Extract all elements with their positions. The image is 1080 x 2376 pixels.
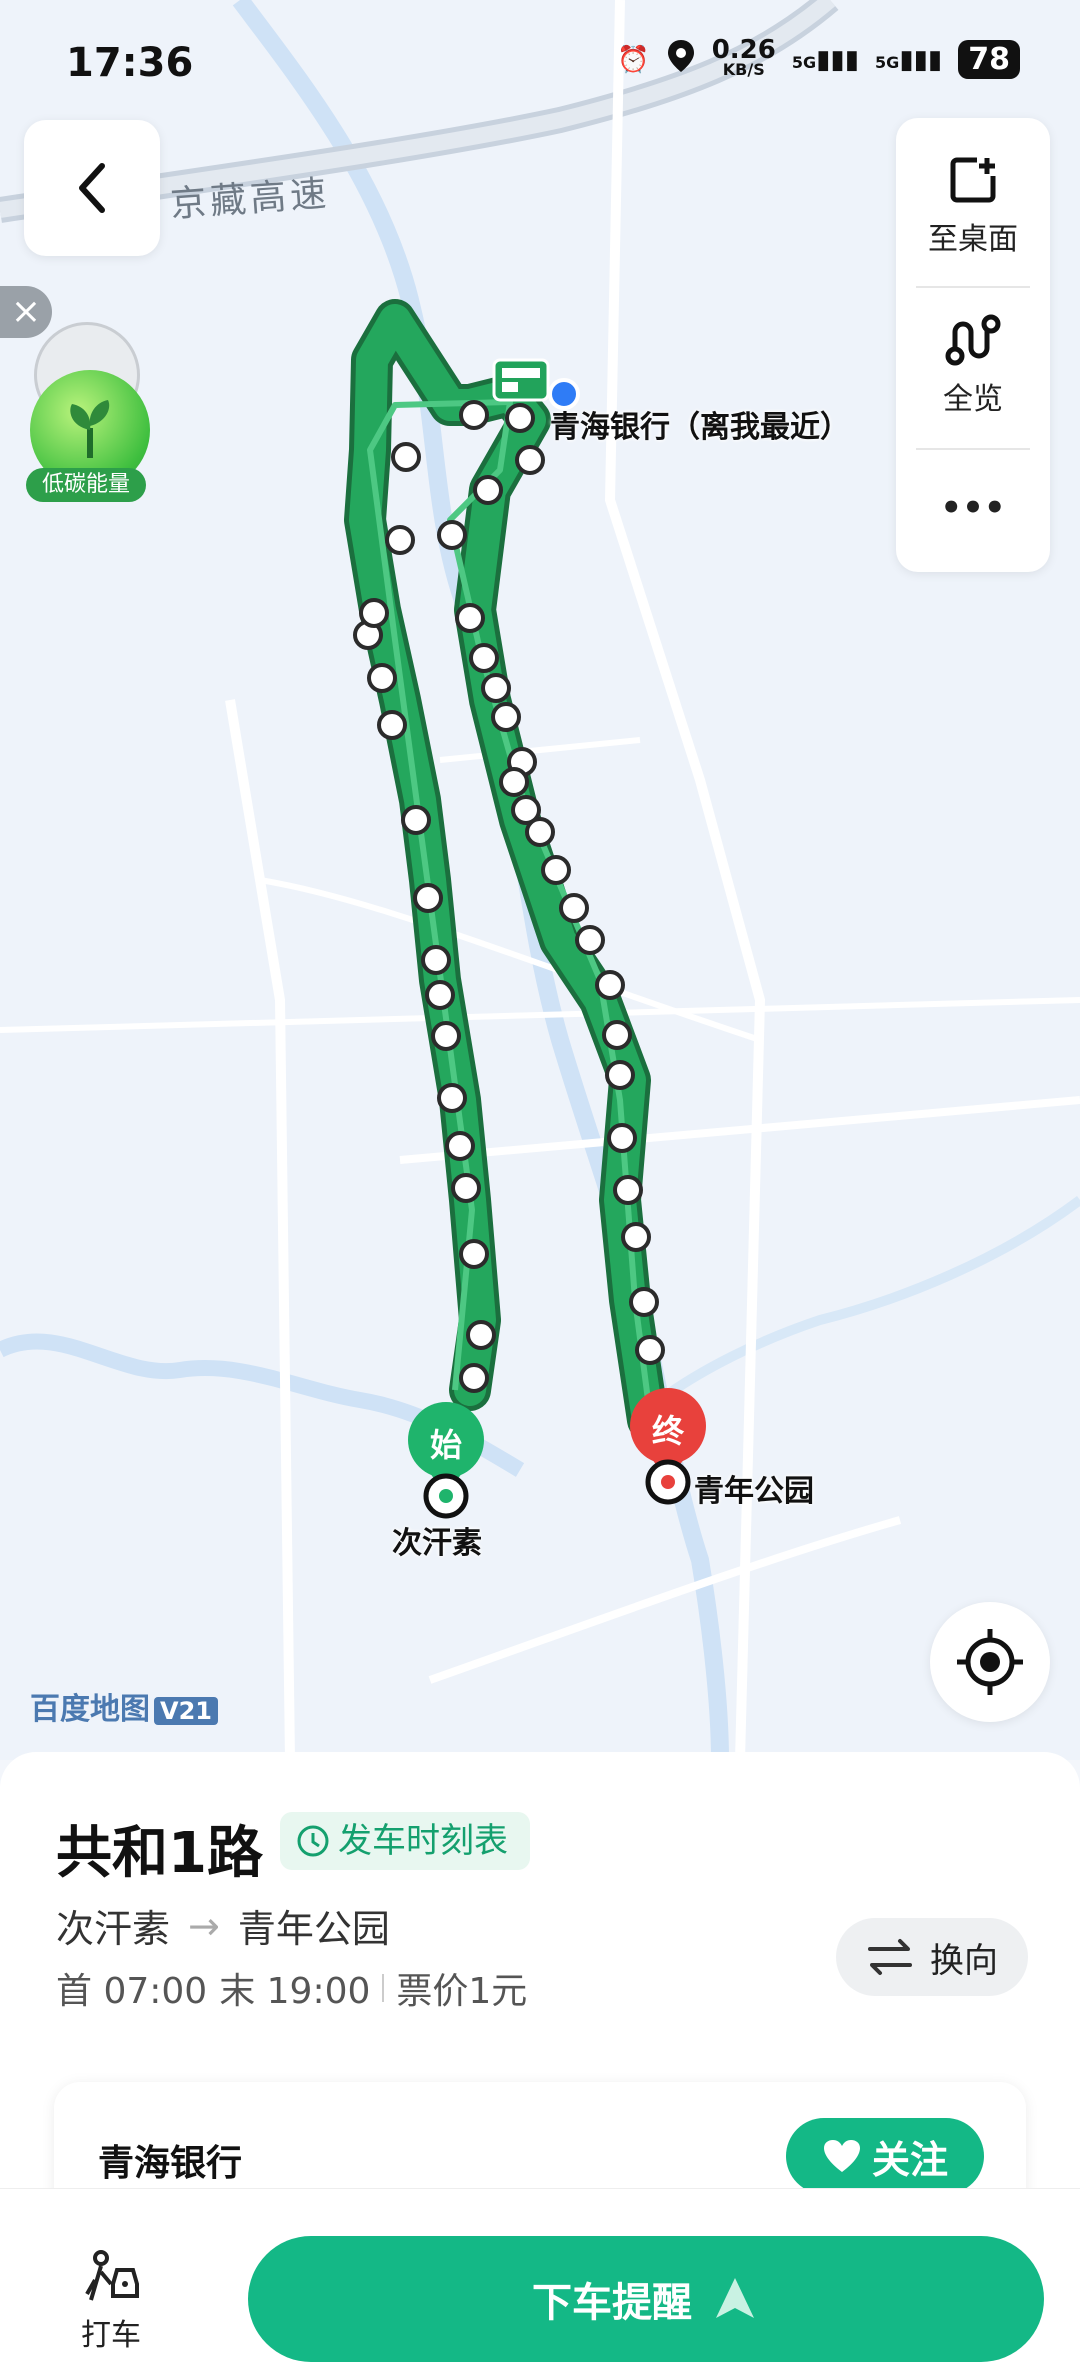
status-icons: ⏰ 0.26 KB/S 5G▮▮▮ 5G▮▮▮ 78: [617, 34, 1020, 81]
timetable-label: 发车时刻表: [338, 1821, 508, 1861]
divider: [916, 448, 1030, 450]
back-arrow-icon: [79, 163, 105, 213]
add-desktop-icon: [950, 157, 996, 203]
overview-button[interactable]: 全览: [896, 314, 1050, 418]
swap-icon: [868, 1939, 912, 1975]
clock: 17:36: [66, 40, 194, 86]
bus-icon: [492, 358, 550, 402]
overview-label: 全览: [943, 382, 1003, 417]
status-bar: 17:36 ⏰ 0.26 KB/S 5G▮▮▮ 5G▮▮▮ 78: [0, 0, 1080, 120]
arrow-right-icon: →: [188, 1903, 220, 1948]
schedule-info: 首 07:00 末 19:00 票价1元: [56, 1962, 527, 2014]
road-label: 京藏高速: [169, 173, 332, 226]
route-overview-icon: [945, 314, 1001, 366]
route-to: 青年公园: [237, 1907, 390, 1951]
signal-2-icon: 5G▮▮▮: [875, 44, 943, 75]
follow-button[interactable]: 关注: [786, 2118, 984, 2194]
destination-stop-label: 青年公园: [694, 1474, 814, 1509]
stop-card-title: 青海银行: [98, 2143, 243, 2184]
start-marker-label: 始: [429, 1426, 462, 1464]
divider: [916, 286, 1030, 288]
add-desktop-label: 至桌面: [928, 222, 1018, 257]
map-watermark: 百度地图 V21: [30, 1684, 218, 1728]
last-bus: 末 19:00: [219, 1971, 371, 2012]
timetable-button[interactable]: 发车时刻表: [280, 1812, 530, 1870]
network-speed: 0.26 KB/S: [711, 34, 776, 79]
divider: [382, 1974, 385, 2002]
eco-close-button[interactable]: ×: [0, 286, 52, 338]
origin-stop-label: 次汗素: [392, 1526, 482, 1561]
end-marker-label: 终: [651, 1412, 684, 1450]
navigation-arrow-icon: [716, 2278, 754, 2318]
locate-me-button[interactable]: [930, 1602, 1050, 1722]
heart-icon: [823, 2140, 860, 2172]
taxi-label: 打车: [81, 2318, 141, 2353]
first-bus: 首 07:00: [56, 1971, 208, 2012]
clock-icon: [297, 1825, 329, 1857]
switch-direction-button[interactable]: 换向: [836, 1918, 1028, 1996]
route-from: 次汗素: [56, 1907, 171, 1951]
taxi-icon: [85, 2250, 139, 2301]
back-button[interactable]: [24, 120, 160, 256]
signal-1-icon: 5G▮▮▮: [791, 44, 860, 75]
follow-label: 关注: [871, 2137, 948, 2182]
switch-direction-label: 换向: [930, 1940, 998, 1981]
line-name: 共和1路: [56, 1821, 263, 1886]
route-direction: 次汗素 → 青年公园: [56, 1898, 390, 1953]
location-icon: [666, 38, 696, 81]
fare: 票价1元: [396, 1971, 528, 2012]
eco-energy-label[interactable]: 低碳能量: [26, 468, 146, 502]
map-side-panel: 至桌面 全览 •••: [896, 118, 1050, 572]
alarm-icon: ⏰: [617, 44, 650, 75]
locate-icon: [957, 1629, 1023, 1695]
more-button[interactable]: •••: [896, 488, 1050, 528]
nearest-stop-label[interactable]: 青海银行（离我最近）: [550, 402, 850, 446]
add-to-desktop-button[interactable]: 至桌面: [896, 154, 1050, 258]
battery-icon: 78: [958, 40, 1020, 79]
taxi-button[interactable]: 打车: [70, 2250, 152, 2354]
get-off-alert-label: 下车提醒: [532, 2280, 692, 2326]
get-off-alert-button[interactable]: 下车提醒: [248, 2236, 1044, 2362]
